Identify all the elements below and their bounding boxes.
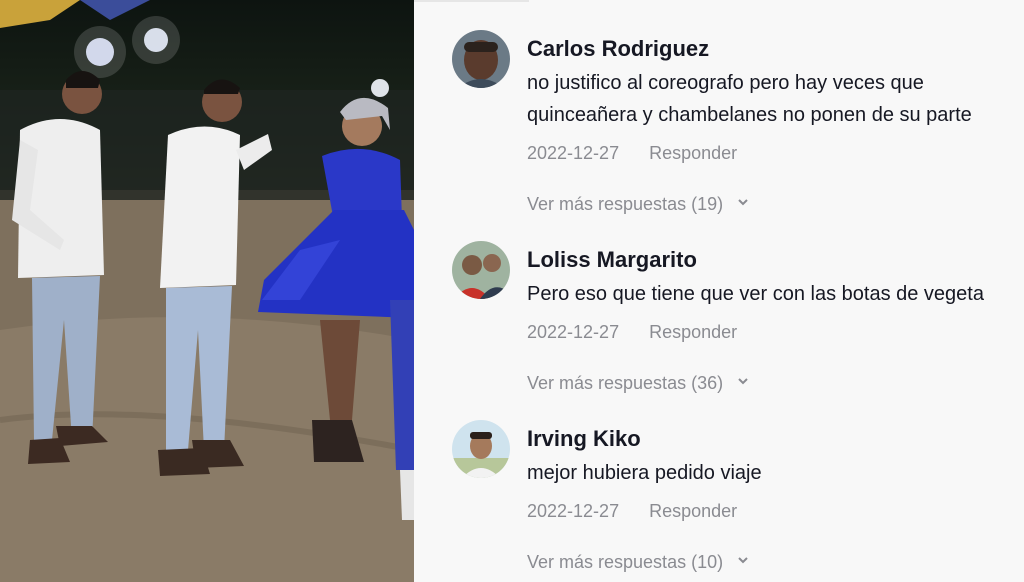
avatar[interactable] xyxy=(452,30,510,88)
comment-text-line: no justifico al coreografo pero hay vece… xyxy=(527,72,924,94)
chevron-down-icon xyxy=(738,378,748,385)
view-more-replies-label: Ver más respuestas (36) xyxy=(527,373,724,393)
reply-button[interactable]: Responder xyxy=(649,322,737,342)
video-player[interactable] xyxy=(0,0,414,582)
comment-author[interactable]: Carlos Rodriguez xyxy=(527,36,709,62)
video-frame xyxy=(0,0,414,582)
avatar-image xyxy=(452,241,510,299)
avatar[interactable] xyxy=(452,241,510,299)
view-more-replies-label: Ver más respuestas (19) xyxy=(527,194,724,214)
comment-meta: 2022-12-27 Responder xyxy=(527,143,737,164)
divider xyxy=(414,0,529,2)
comment-text-line: quinceañera y chambelanes no ponen de su… xyxy=(527,104,972,126)
comment-date: 2022-12-27 xyxy=(527,143,620,163)
view-more-replies-button[interactable]: Ver más respuestas (36) xyxy=(527,373,748,394)
avatar-image xyxy=(452,420,510,478)
comment-text-line: mejor hubiera pedido viaje xyxy=(527,462,762,484)
comment-meta: 2022-12-27 Responder xyxy=(527,322,737,343)
chevron-down-icon xyxy=(738,557,748,564)
chevron-down-icon xyxy=(738,199,748,206)
comment-author[interactable]: Irving Kiko xyxy=(527,426,641,452)
avatar-image xyxy=(452,30,510,88)
reply-button[interactable]: Responder xyxy=(649,143,737,163)
comment-meta: 2022-12-27 Responder xyxy=(527,501,737,522)
comment-date: 2022-12-27 xyxy=(527,501,620,521)
comment-date: 2022-12-27 xyxy=(527,322,620,342)
comment-text-line: Pero eso que tiene que ver con las botas… xyxy=(527,283,984,305)
comments-panel: Carlos Rodriguez no justifico al coreogr… xyxy=(414,0,1024,582)
view-more-replies-button[interactable]: Ver más respuestas (19) xyxy=(527,194,748,215)
view-more-replies-button[interactable]: Ver más respuestas (10) xyxy=(527,552,748,573)
reply-button[interactable]: Responder xyxy=(649,501,737,521)
comment-author[interactable]: Loliss Margarito xyxy=(527,247,697,273)
avatar[interactable] xyxy=(452,420,510,478)
view-more-replies-label: Ver más respuestas (10) xyxy=(527,552,724,572)
